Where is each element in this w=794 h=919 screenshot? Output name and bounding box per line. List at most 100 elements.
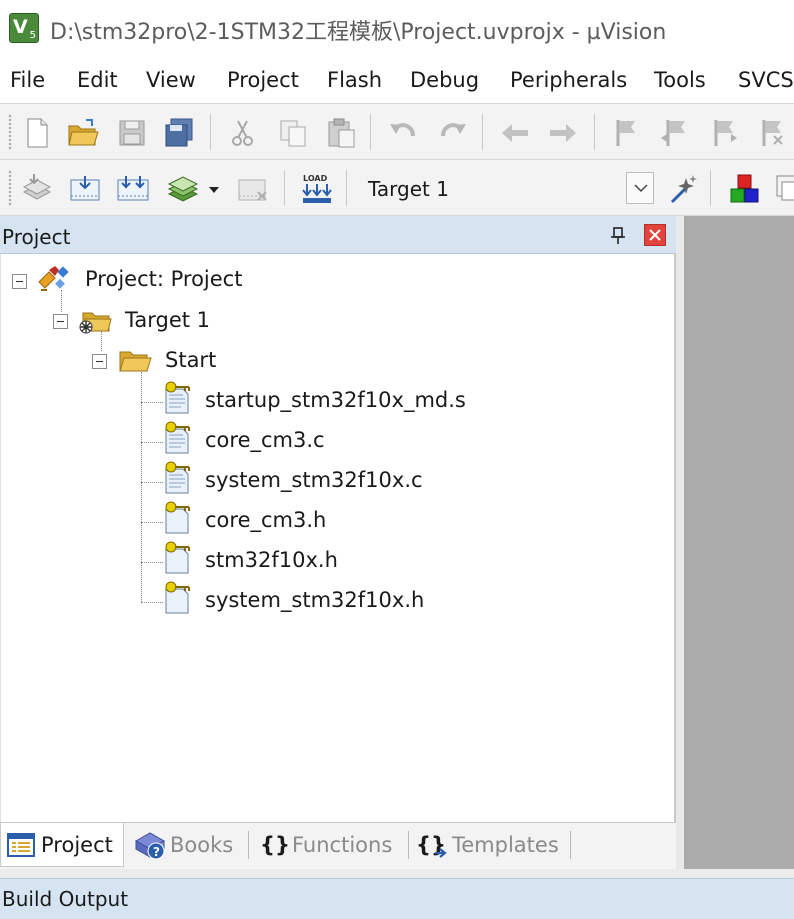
cut-icon[interactable] — [226, 116, 260, 150]
tree-file-label: stm32f10x.h — [205, 548, 338, 572]
menu-peripherals[interactable]: Peripherals — [510, 68, 627, 92]
svg-text:?: ? — [153, 845, 160, 859]
batch-build-icon[interactable] — [166, 172, 200, 206]
load-label: LOAD — [303, 174, 328, 183]
paste-icon[interactable] — [324, 116, 358, 150]
build-output-title: Build Output — [2, 887, 129, 911]
redo-icon[interactable] — [436, 116, 470, 150]
stop-build-icon[interactable] — [236, 172, 270, 206]
save-icon[interactable] — [115, 116, 149, 150]
open-folder-icon[interactable] — [66, 116, 100, 150]
close-icon[interactable] — [644, 224, 666, 246]
new-file-icon[interactable] — [20, 116, 54, 150]
app-icon-version: 5 — [29, 30, 36, 41]
tab-functions-label: Functions — [292, 833, 393, 857]
functions-icon: {} — [260, 833, 290, 857]
translate-icon[interactable] — [20, 172, 54, 206]
tab-separator — [248, 831, 249, 859]
tree-file-item[interactable]: core_cm3.h — [1, 501, 481, 537]
bookmark-prev-icon[interactable] — [658, 116, 692, 150]
tree-file-item[interactable]: startup_stm32f10x_md.s — [1, 381, 481, 417]
header-file-icon — [165, 501, 190, 534]
tree-file-label: core_cm3.c — [205, 428, 325, 452]
menu-tools[interactable]: Tools — [654, 68, 706, 92]
manage-components-icon[interactable] — [728, 172, 762, 206]
uvision-app-icon: V 5 — [9, 13, 39, 43]
tree-label-project: Project: Project — [85, 267, 243, 291]
project-panel-title: Project — [2, 225, 71, 249]
source-file-icon — [165, 461, 190, 494]
source-file-icon — [165, 421, 190, 454]
tree-file-label: startup_stm32f10x_md.s — [205, 388, 466, 412]
target-select-value: Target 1 — [368, 177, 449, 201]
tree-node-group[interactable]: Start — [1, 345, 301, 377]
source-file-icon — [165, 381, 190, 414]
toolbar-separator — [210, 114, 211, 150]
batch-build-dropdown-icon[interactable] — [204, 172, 224, 206]
bookmark-clear-icon[interactable] — [754, 116, 788, 150]
menu-file[interactable]: File — [10, 68, 45, 92]
group-folder-icon — [119, 351, 152, 372]
tree-file-item[interactable]: system_stm32f10x.c — [1, 461, 481, 497]
build-icon[interactable] — [68, 172, 102, 206]
options-extra-icon[interactable] — [774, 172, 794, 206]
menu-svcs[interactable]: SVCS — [738, 68, 794, 92]
build-output-header: Build Output — [0, 878, 794, 919]
copy-icon[interactable] — [276, 116, 310, 150]
tab-books[interactable]: ? Books — [126, 823, 246, 867]
project-tree: Project: Project Target 1 Start startup_… — [0, 254, 676, 822]
panel-divider — [0, 869, 794, 878]
toolbar-grip[interactable] — [8, 114, 12, 150]
toolbar-grip[interactable] — [8, 170, 12, 206]
collapse-toggle-icon[interactable] — [53, 314, 68, 329]
tree-file-item[interactable]: core_cm3.c — [1, 421, 481, 457]
undo-icon[interactable] — [386, 116, 420, 150]
file-toolbar — [0, 104, 794, 160]
menu-debug[interactable]: Debug — [410, 68, 479, 92]
target-options-icon[interactable] — [666, 172, 700, 206]
tab-templates[interactable]: {} Templates — [410, 823, 570, 867]
nav-forward-icon[interactable] — [546, 116, 580, 150]
menu-project[interactable]: Project — [227, 68, 299, 92]
toolbar-separator — [594, 114, 595, 150]
download-icon[interactable]: LOAD — [300, 172, 334, 206]
rebuild-icon[interactable] — [116, 172, 150, 206]
tab-functions[interactable]: {} Functions — [250, 823, 406, 867]
collapse-toggle-icon[interactable] — [92, 354, 107, 369]
title-bar: V 5 D:\stm32pro\2-1STM32工程模板\Project.uvp… — [0, 0, 794, 58]
project-icon — [38, 266, 69, 291]
build-toolbar: LOAD Target 1 — [0, 160, 794, 216]
tab-books-label: Books — [170, 833, 234, 857]
tab-separator — [408, 831, 409, 859]
tree-file-item[interactable]: stm32f10x.h — [1, 541, 481, 577]
tree-node-project[interactable]: Project: Project — [1, 264, 301, 296]
tree-node-target[interactable]: Target 1 — [1, 305, 301, 337]
tab-project-label: Project — [41, 833, 113, 857]
target-select[interactable]: Target 1 — [356, 170, 654, 206]
nav-back-icon[interactable] — [498, 116, 532, 150]
tree-label-group: Start — [165, 348, 217, 372]
collapse-toggle-icon[interactable] — [12, 274, 27, 289]
tree-file-label: system_stm32f10x.h — [205, 588, 425, 612]
save-all-icon[interactable] — [162, 116, 196, 150]
tree-file-label: system_stm32f10x.c — [205, 468, 423, 492]
tree-label-target: Target 1 — [125, 308, 211, 332]
header-file-icon — [165, 581, 190, 614]
templates-arrow-icon — [435, 848, 447, 858]
app-icon-letter: V — [13, 16, 28, 38]
menu-view[interactable]: View — [146, 68, 196, 92]
tree-file-item[interactable]: system_stm32f10x.h — [1, 581, 481, 617]
menu-edit[interactable]: Edit — [77, 68, 118, 92]
tab-project[interactable]: Project — [0, 823, 124, 867]
menu-flash[interactable]: Flash — [327, 68, 382, 92]
project-tab-icon — [7, 833, 35, 857]
target-select-chevron-icon[interactable] — [626, 172, 654, 204]
panel-splitter[interactable] — [676, 216, 684, 869]
bookmark-icon[interactable] — [610, 116, 644, 150]
pin-icon[interactable] — [608, 226, 628, 246]
toolbar-separator — [710, 170, 711, 206]
editor-area — [684, 216, 794, 869]
window-title: D:\stm32pro\2-1STM32工程模板\Project.uvprojx… — [50, 20, 667, 45]
bookmark-next-icon[interactable] — [706, 116, 740, 150]
toolbar-separator — [482, 114, 483, 150]
